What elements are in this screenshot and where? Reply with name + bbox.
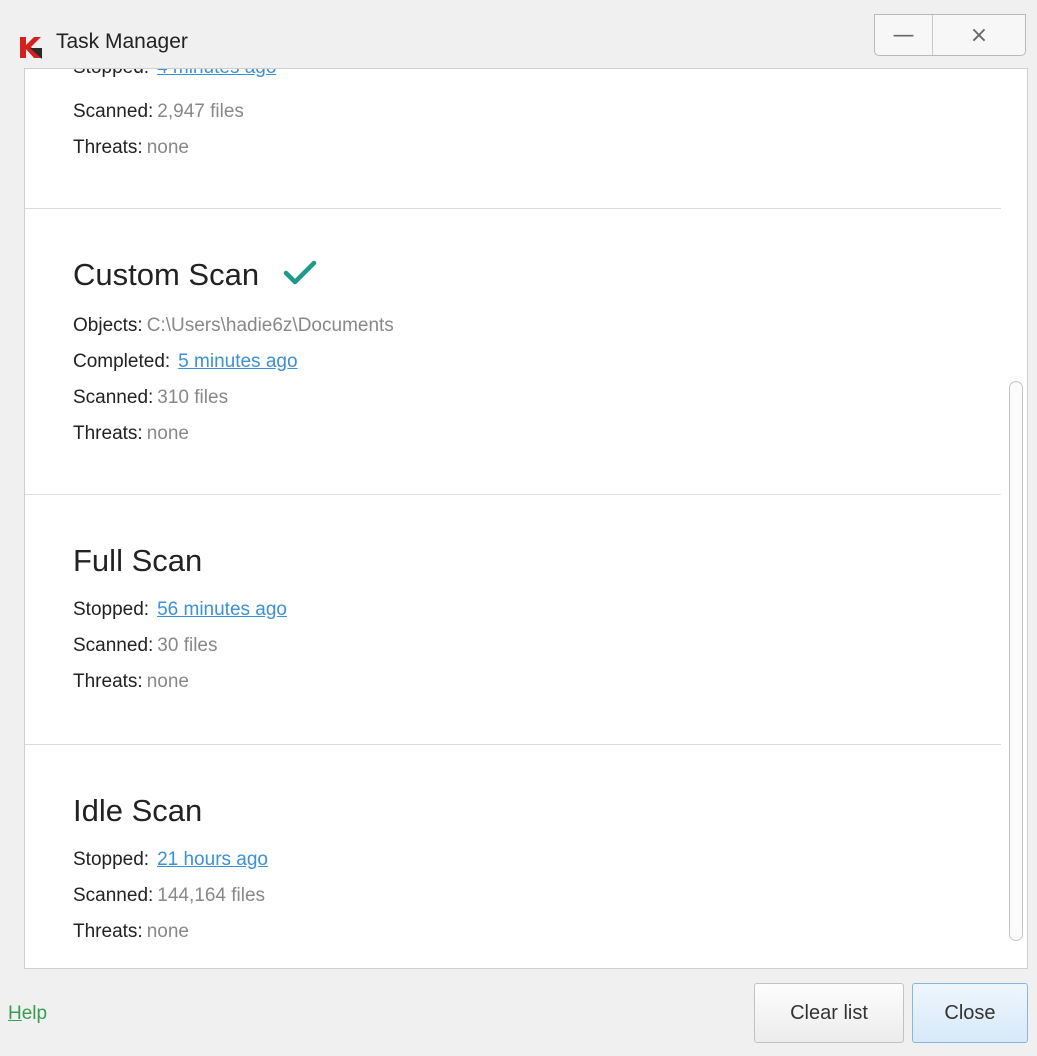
close-button[interactable]: Close — [912, 983, 1028, 1043]
scan-row-scanned: Scanned: 30 files — [73, 635, 218, 657]
scan-item-idle-scan: Idle Scan Stopped: 21 hours ago Scanned: 1… — [25, 745, 1001, 968]
row-value: C:\Users\hadie6z\Documents — [146, 315, 394, 336]
help-link[interactable]: Help — [8, 1003, 47, 1025]
row-label: Stopped: — [73, 69, 149, 78]
scan-row-scanned: Scanned: 310 files — [73, 387, 228, 409]
stopped-time-link[interactable]: 56 minutes ago — [157, 599, 287, 620]
vertical-scrollbar[interactable] — [1005, 69, 1027, 968]
stopped-time-link[interactable]: 4 minutes ago — [157, 69, 276, 78]
scan-row-threats: Threats: none — [73, 921, 189, 943]
kaspersky-logo-icon — [18, 34, 44, 60]
row-label: Scanned: — [73, 885, 154, 906]
row-value: 144,164 files — [157, 885, 266, 906]
scan-row-threats: Threats: none — [73, 671, 189, 693]
scan-item-custom-scan: Custom Scan Objects: C:\Users\hadie6z\Doc… — [25, 209, 1001, 495]
row-value: 2,947 files — [157, 101, 244, 122]
row-label: Threats: — [73, 423, 143, 444]
scan-row-stopped: Stopped: 4 minutes ago — [73, 69, 276, 93]
row-label: Scanned: — [73, 387, 154, 408]
completed-time-link[interactable]: 5 minutes ago — [178, 351, 297, 372]
row-label: Completed: — [73, 351, 171, 372]
minimize-button[interactable]: — — [875, 15, 933, 55]
check-icon — [283, 259, 317, 287]
row-value: 30 files — [157, 635, 218, 656]
row-label: Threats: — [73, 671, 143, 692]
row-value: none — [146, 137, 189, 158]
task-manager-window: Task Manager — × Stopped: 4 minutes ago S… — [0, 0, 1037, 1056]
scan-row-objects: Objects: C:\Users\hadie6z\Documents — [73, 315, 394, 337]
scan-title: Idle Scan — [73, 793, 203, 828]
scan-row-stopped: Stopped: 21 hours ago — [73, 849, 268, 871]
footer-bar: Help Clear list Close — [0, 969, 1037, 1056]
row-label: Scanned: — [73, 101, 154, 122]
scan-row-threats: Threats: none — [73, 137, 189, 159]
row-value: none — [146, 423, 189, 444]
row-label: Stopped: — [73, 599, 150, 620]
row-value: none — [146, 921, 189, 942]
scan-title: Custom Scan — [73, 257, 260, 292]
help-link-rest: elp — [21, 1003, 48, 1024]
row-label: Threats: — [73, 137, 143, 158]
help-accelerator: H — [8, 1003, 22, 1024]
window-title: Task Manager — [56, 30, 188, 53]
window-controls: — × — [874, 14, 1026, 56]
scan-item: Stopped: 4 minutes ago Scanned:2,947 file… — [25, 69, 1001, 209]
row-label: Stopped: — [73, 849, 150, 870]
scan-row-scanned: Scanned: 144,164 files — [73, 885, 265, 907]
close-window-button[interactable]: × — [933, 15, 1025, 55]
scan-title: Full Scan — [73, 543, 203, 578]
scan-list-panel[interactable]: Stopped:4 minutes ago Scanned:2,947 file… — [24, 68, 1028, 969]
scan-row-threats: Threats: none — [73, 423, 189, 445]
scan-row-scanned: Scanned: 2,947 files — [73, 101, 244, 123]
row-value: 310 files — [157, 387, 229, 408]
scan-item-full-scan: Full Scan Stopped: 56 minutes ago Scanned… — [25, 495, 1001, 745]
row-value: none — [146, 671, 189, 692]
scan-row-completed: Completed: 5 minutes ago — [73, 351, 298, 373]
scan-row-stopped: Stopped: 56 minutes ago — [73, 599, 287, 621]
title-bar: Task Manager — × — [0, 10, 1037, 68]
clear-list-button[interactable]: Clear list — [754, 983, 904, 1043]
stopped-time-link[interactable]: 21 hours ago — [157, 849, 268, 870]
row-label: Scanned: — [73, 635, 154, 656]
row-label: Threats: — [73, 921, 143, 942]
scrollbar-thumb[interactable] — [1009, 381, 1023, 941]
row-label: Objects: — [73, 315, 143, 336]
